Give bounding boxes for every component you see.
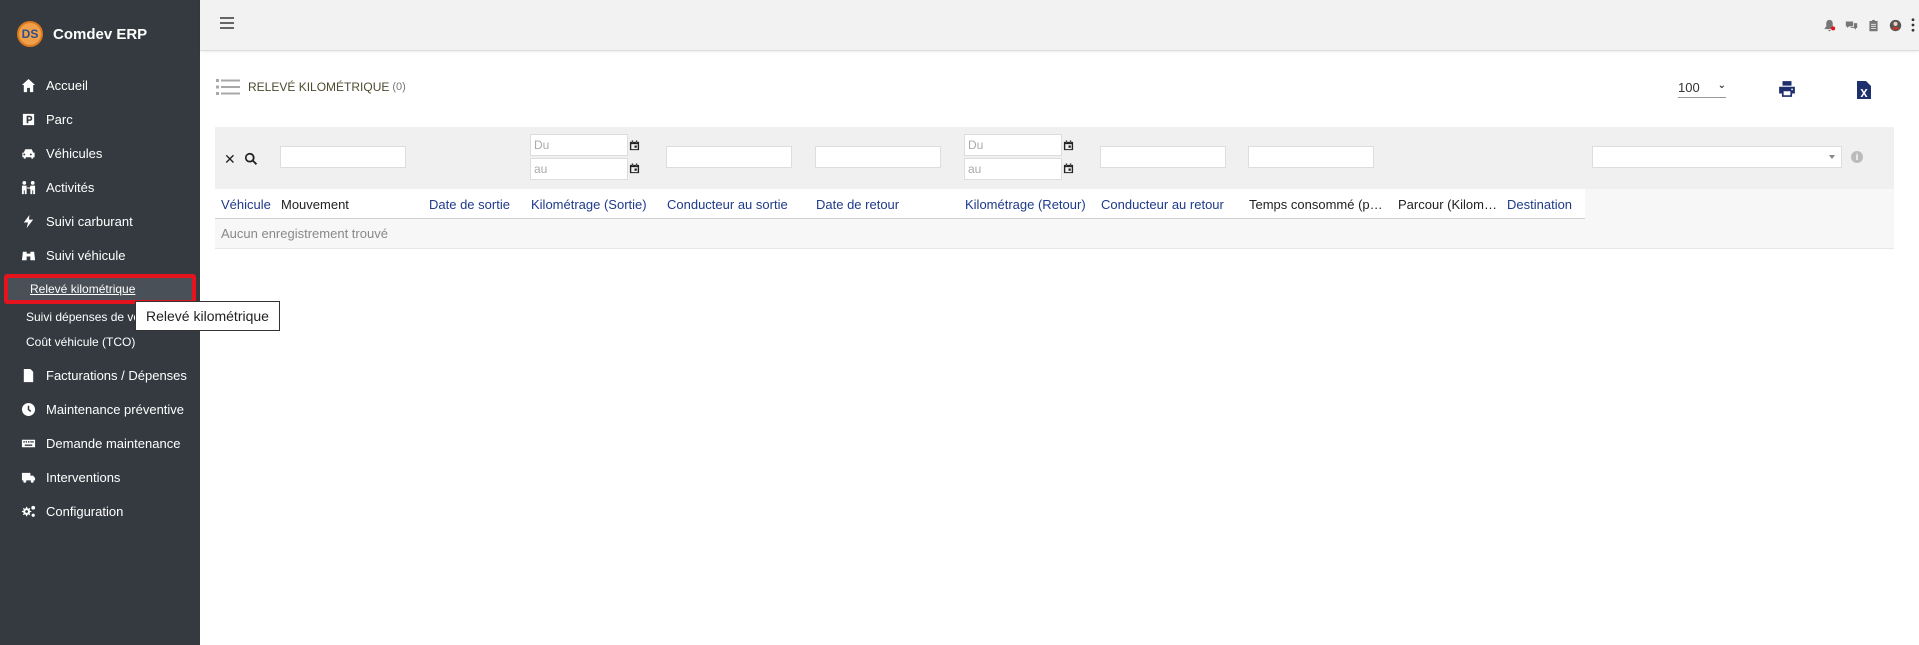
table-header: Véhicule Mouvement Date de sortie Kilomé… <box>215 189 1894 219</box>
brand-logo-icon: DS <box>17 21 43 47</box>
filter-conducteur-retour-input[interactable] <box>1100 146 1226 168</box>
page-header: RELEVÉ KILOMÉTRIQUE (0) <box>216 78 406 96</box>
sidebar-item-demande-maintenance[interactable]: Demande maintenance <box>0 426 200 460</box>
filter-conducteur-sortie-input[interactable] <box>666 146 792 168</box>
chevron-down-icon: ⌄ <box>1717 80 1726 91</box>
calendar-icon[interactable] <box>629 140 640 151</box>
sidebar-item-suivi-vehicule[interactable]: Suivi véhicule <box>0 238 200 272</box>
header-filler <box>1585 189 1894 219</box>
tooltip: Relevé kilométrique <box>135 301 280 331</box>
sidebar-item-vehicules[interactable]: Véhicules <box>0 136 200 170</box>
filter-temps-consomme-input[interactable] <box>1248 146 1374 168</box>
column-header-vehicule[interactable]: Véhicule <box>221 189 276 219</box>
filter-row: ✕ Du au Du au i <box>215 127 1894 189</box>
clipboard-icon[interactable] <box>1863 16 1883 34</box>
filter-date-retour-to[interactable]: au <box>964 158 1062 180</box>
clear-filters-icon[interactable]: ✕ <box>224 151 236 168</box>
sidebar-nav-after: Facturations / Dépenses Maintenance prév… <box>0 358 200 528</box>
clock-icon <box>18 401 38 417</box>
info-icon[interactable]: i <box>1851 151 1863 163</box>
cogs-icon <box>18 503 38 519</box>
column-header-conducteur-sortie[interactable]: Conducteur au sortie <box>667 189 807 219</box>
list-icon <box>216 79 240 95</box>
column-header-temps-consomme: Temps consommé (p… <box>1249 196 1383 212</box>
sidebar-item-configuration[interactable]: Configuration <box>0 494 200 528</box>
calendar-icon[interactable] <box>629 163 640 174</box>
empty-message: Aucun enregistrement trouvé <box>221 226 388 241</box>
filter-vehicule-input[interactable] <box>280 146 406 168</box>
filter-select[interactable] <box>1592 146 1842 168</box>
sidebar-item-label: Véhicules <box>46 145 103 161</box>
people-arrow-icon <box>18 179 38 195</box>
bolt-icon <box>18 213 38 229</box>
sidebar-item-label: Configuration <box>46 503 124 519</box>
hamburger-menu-icon[interactable] <box>220 17 234 31</box>
top-bar <box>200 0 1919 51</box>
sidebar-item-suivi-carburant[interactable]: Suivi carburant <box>0 204 200 238</box>
sidebar-item-interventions[interactable]: Interventions <box>0 460 200 494</box>
sidebar-item-label: Accueil <box>46 77 88 93</box>
main-content: RELEVÉ KILOMÉTRIQUE (0) 100 ⌄ ✕ Du au Du… <box>200 52 1919 645</box>
sidebar-item-label: Activités <box>46 179 95 195</box>
page-size-value: 100 <box>1678 80 1700 95</box>
invoice-icon <box>18 367 38 383</box>
brand[interactable]: DS Comdev ERP <box>0 0 200 68</box>
sidebar-item-label: Suivi véhicule <box>46 247 126 263</box>
sidebar-item-accueil[interactable]: Accueil <box>0 68 200 102</box>
placeholder: au <box>534 162 548 176</box>
sidebar-item-label: Facturations / Dépenses <box>46 367 187 383</box>
column-header-conducteur-retour[interactable]: Conducteur au retour <box>1101 189 1241 219</box>
brand-logo-text: DS <box>21 27 39 41</box>
sidebar-subitem-cout-vehicule[interactable]: Coût véhicule (TCO) <box>0 329 200 354</box>
filter-date-sortie-to[interactable]: au <box>530 158 628 180</box>
table-empty-row: Aucun enregistrement trouvé <box>215 219 1894 249</box>
page-title: RELEVÉ KILOMÉTRIQUE <box>248 80 390 94</box>
bell-icon[interactable] <box>1819 16 1839 34</box>
column-header-parcour: Parcour (Kilom… <box>1398 196 1497 212</box>
filter-date-sortie-from[interactable]: Du <box>530 134 628 156</box>
record-count: (0) <box>392 81 406 93</box>
column-header-mouvement: Mouvement <box>281 196 349 212</box>
brand-name: Comdev ERP <box>53 25 148 43</box>
column-header-date-retour[interactable]: Date de retour <box>816 189 956 219</box>
home-icon <box>18 77 38 93</box>
filter-date-retour-from[interactable]: Du <box>964 134 1062 156</box>
sidebar-item-parc[interactable]: Parc <box>0 102 200 136</box>
sidebar-item-facturations[interactable]: Facturations / Dépenses <box>0 358 200 392</box>
sidebar-item-label: Demande maintenance <box>46 435 181 451</box>
data-table: ✕ Du au Du au i Véhicule Mouvement Date … <box>215 127 1894 249</box>
placeholder: Du <box>534 138 550 152</box>
calendar-icon[interactable] <box>1063 140 1074 151</box>
car-icon <box>18 145 38 161</box>
placeholder: au <box>968 162 982 176</box>
excel-export-icon[interactable] <box>1856 80 1872 100</box>
truck-icon <box>18 469 38 485</box>
column-header-kilometrage-sortie[interactable]: Kilométrage (Sortie) <box>531 189 661 219</box>
caret-down-icon <box>1829 155 1835 159</box>
filter-date-retour-input[interactable] <box>815 146 941 168</box>
column-header-date-sortie[interactable]: Date de sortie <box>429 189 524 219</box>
sidebar-item-activites[interactable]: Activités <box>0 170 200 204</box>
placeholder: Du <box>968 138 984 152</box>
more-vertical-icon[interactable] <box>1907 16 1919 34</box>
top-bar-icons <box>1817 16 1919 34</box>
comments-icon[interactable] <box>1841 16 1861 34</box>
sidebar-subitem-releve-kilometrique[interactable]: Relevé kilométrique <box>4 274 196 304</box>
calendar-icon[interactable] <box>1063 163 1074 174</box>
column-header-destination[interactable]: Destination <box>1507 189 1582 219</box>
sidebar-nav: Accueil Parc Véhicules Activités Suivi c… <box>0 68 200 272</box>
page-size-select[interactable]: 100 ⌄ <box>1678 80 1726 98</box>
sidebar-item-maintenance-preventive[interactable]: Maintenance préventive <box>0 392 200 426</box>
sidebar-item-label: Maintenance préventive <box>46 401 185 417</box>
avatar[interactable] <box>1885 16 1905 34</box>
sidebar-item-label: Interventions <box>46 469 121 485</box>
parking-icon <box>18 111 38 127</box>
print-icon[interactable] <box>1778 80 1796 98</box>
binoculars-icon <box>18 247 38 263</box>
search-icon[interactable] <box>244 152 258 166</box>
keyboard-icon <box>18 435 38 451</box>
sidebar-item-label: Suivi carburant <box>46 213 133 229</box>
column-header-kilometrage-retour[interactable]: Kilométrage (Retour) <box>965 189 1095 219</box>
sidebar-item-label: Parc <box>46 111 73 127</box>
